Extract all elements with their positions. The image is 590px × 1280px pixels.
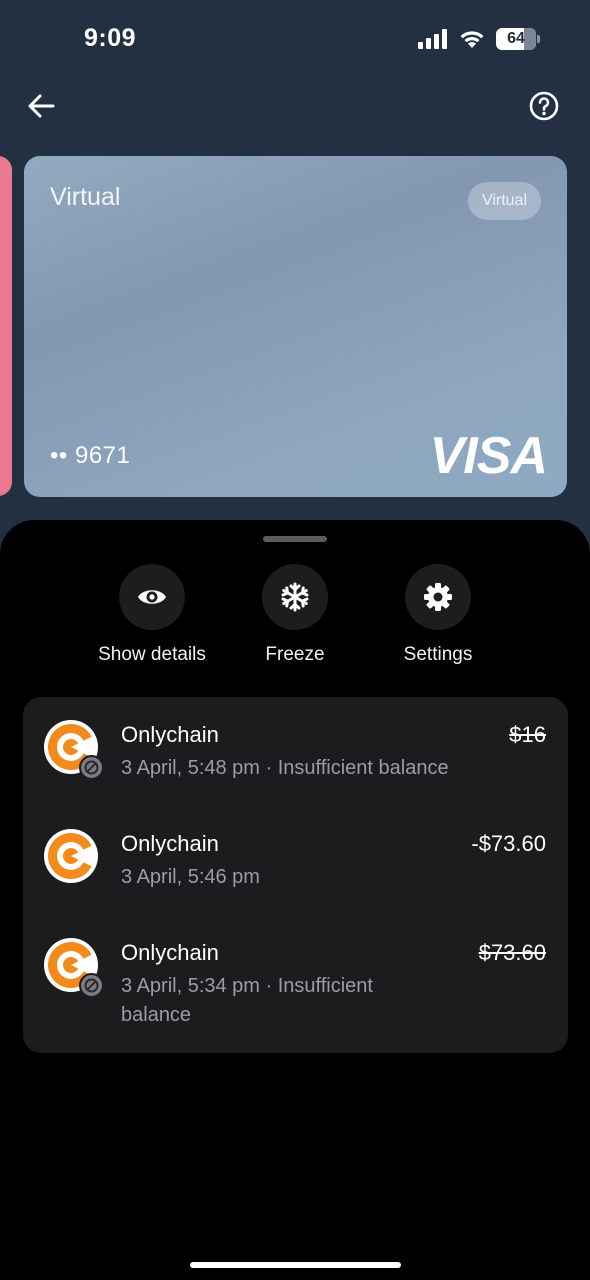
freeze-button[interactable]: Freeze <box>225 564 365 666</box>
question-circle-icon <box>529 91 559 121</box>
blocked-icon <box>84 978 99 993</box>
merchant-name: Onlychain <box>121 722 219 747</box>
show-details-button[interactable]: Show details <box>82 564 222 666</box>
card-type-badge: Virtual <box>467 182 541 220</box>
merchant-name: Onlychain <box>121 831 219 856</box>
status-bar: 9:09 64 <box>0 0 590 80</box>
back-button[interactable] <box>24 88 60 124</box>
transaction-meta: 3 April, 5:34 pm · Insufficient balance <box>121 975 373 1026</box>
battery-icon: 64 <box>496 28 540 50</box>
card-title: Virtual <box>50 183 121 211</box>
declined-badge <box>79 755 104 780</box>
cellular-signal-icon <box>418 29 447 49</box>
transaction-row[interactable]: Onlychain 3 April, 5:48 pm · Insufficien… <box>23 697 568 807</box>
battery-level: 64 <box>507 30 525 47</box>
settings-label: Settings <box>403 644 473 665</box>
top-nav <box>0 84 590 128</box>
bottom-sheet: Show details Freeze Settings Onlychain 3… <box>0 520 590 1280</box>
show-details-label: Show details <box>98 644 206 665</box>
visa-logo: VISA <box>429 427 548 485</box>
snowflake-icon <box>281 582 309 612</box>
transaction-meta: 3 April, 5:48 pm · Insufficient balance <box>121 757 449 779</box>
transactions-list: Onlychain 3 April, 5:48 pm · Insufficien… <box>23 697 568 1053</box>
transaction-amount: -$73.60 <box>471 831 546 856</box>
status-time: 9:09 <box>84 24 137 52</box>
card-actions: Show details Freeze Settings <box>0 564 590 674</box>
transaction-row[interactable]: Onlychain 3 April, 5:34 pm · Insufficien… <box>23 917 568 1053</box>
transaction-row[interactable]: Onlychain 3 April, 5:46 pm -$73.60 <box>23 807 568 917</box>
settings-button[interactable]: Settings <box>368 564 508 666</box>
sheet-grabber[interactable] <box>263 536 327 542</box>
gear-icon <box>424 583 452 611</box>
previous-card-peek[interactable] <box>0 156 12 496</box>
virtual-card[interactable]: Virtual Virtual •• 9671 VISA <box>24 156 567 497</box>
eye-icon <box>138 590 166 604</box>
status-icons: 64 <box>418 28 540 50</box>
help-button[interactable] <box>528 90 560 122</box>
card-number: •• 9671 <box>50 442 131 469</box>
wifi-icon <box>460 31 484 48</box>
onlychain-logo-icon <box>44 829 98 883</box>
merchant-logo <box>43 828 99 884</box>
freeze-label: Freeze <box>265 644 325 665</box>
home-indicator[interactable] <box>190 1262 401 1268</box>
merchant-logo <box>43 719 104 780</box>
arrow-left-icon <box>28 94 55 118</box>
merchant-logo <box>43 937 104 998</box>
transaction-amount: $73.60 <box>478 940 546 965</box>
merchant-name: Onlychain <box>121 940 219 965</box>
transaction-meta: 3 April, 5:46 pm <box>121 866 260 888</box>
declined-badge <box>79 973 104 998</box>
blocked-icon <box>84 760 99 775</box>
transaction-amount: $16 <box>509 722 546 747</box>
